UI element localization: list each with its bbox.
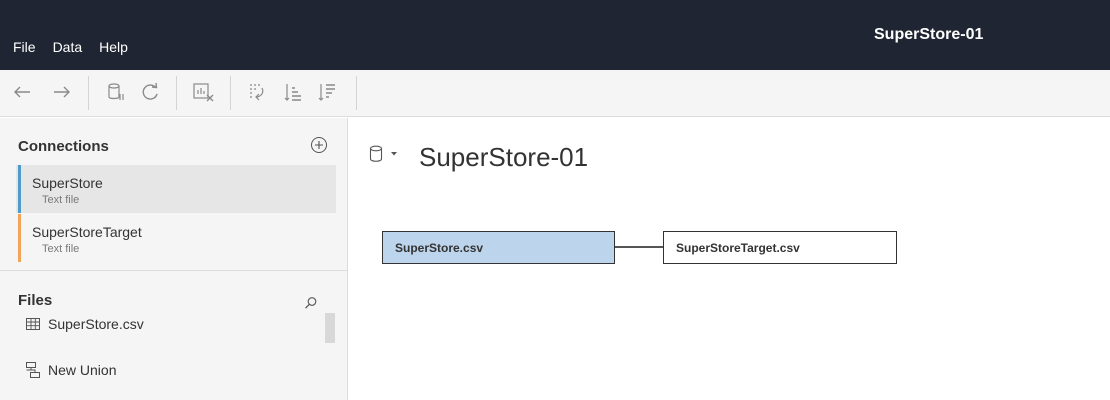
- pause-update-icon: [108, 83, 124, 100]
- menu-data[interactable]: Data: [53, 39, 83, 55]
- menu-bar: File Data Help SuperStore-01: [0, 0, 1110, 70]
- datasource-menu[interactable]: [369, 145, 399, 163]
- files-heading: Files: [18, 292, 53, 309]
- new-union-label: New Union: [48, 362, 117, 378]
- sort-ascending-button[interactable]: [282, 80, 306, 104]
- connection-color-bar: [18, 214, 21, 262]
- connection-type: Text file: [42, 243, 80, 255]
- sidebar-divider: [0, 270, 347, 271]
- add-connection-icon[interactable]: [310, 136, 328, 154]
- toolbar-separator: [356, 76, 357, 110]
- data-source-sidebar: Connections SuperStore Text file SuperSt…: [0, 118, 348, 400]
- swap-icon: [250, 84, 264, 101]
- clear-sheet-button[interactable]: [192, 80, 216, 104]
- join-canvas: SuperStore-01 SuperStore.csv SuperStoreT…: [349, 118, 1110, 400]
- sort-ascending-icon: [284, 84, 301, 101]
- workbook-title: SuperStore-01: [874, 26, 984, 43]
- datasource-title[interactable]: SuperStore-01: [419, 142, 588, 173]
- union-icon: [26, 362, 40, 378]
- menu-help[interactable]: Help: [99, 39, 128, 55]
- table-grid-icon: [26, 318, 40, 330]
- table-superstore-csv[interactable]: SuperStore.csv: [382, 231, 615, 264]
- menu-file[interactable]: File: [13, 39, 36, 55]
- connection-name: SuperStoreTarget: [32, 224, 142, 240]
- refresh-icon: [142, 82, 158, 100]
- table-superstoretarget-csv[interactable]: SuperStoreTarget.csv: [663, 231, 897, 264]
- sidebar-scrollbar[interactable]: [325, 313, 335, 343]
- file-item-superstore-csv[interactable]: SuperStore.csv: [26, 316, 144, 332]
- search-icon[interactable]: [304, 296, 318, 310]
- chevron-down-icon: [391, 152, 397, 156]
- connection-item-superstore[interactable]: SuperStore Text file: [16, 165, 336, 213]
- sort-descending-icon: [318, 84, 335, 101]
- toolbar-separator: [176, 76, 177, 110]
- connection-name: SuperStore: [32, 175, 103, 191]
- toolbar-separator: [88, 76, 89, 110]
- refresh-button[interactable]: [138, 80, 162, 104]
- new-union-item[interactable]: New Union: [26, 362, 116, 378]
- toolbar-separator: [230, 76, 231, 110]
- sort-descending-button[interactable]: [316, 80, 340, 104]
- file-name: SuperStore.csv: [48, 316, 144, 332]
- clear-sheet-icon: [193, 83, 214, 102]
- back-arrow-icon: [14, 86, 30, 98]
- toolbar: [0, 70, 1110, 117]
- menu-items: File Data Help: [13, 39, 145, 55]
- connection-type: Text file: [42, 194, 80, 206]
- swap-button[interactable]: [246, 80, 270, 104]
- database-icon: [369, 145, 383, 162]
- pause-updates-button[interactable]: [104, 80, 128, 104]
- back-button[interactable]: [10, 80, 34, 104]
- forward-button[interactable]: [50, 80, 74, 104]
- join-link[interactable]: [615, 246, 663, 248]
- forward-arrow-icon: [54, 86, 70, 98]
- connections-heading: Connections: [18, 138, 109, 155]
- connection-item-superstoretarget[interactable]: SuperStoreTarget Text file: [16, 214, 336, 262]
- connection-color-bar: [18, 165, 21, 213]
